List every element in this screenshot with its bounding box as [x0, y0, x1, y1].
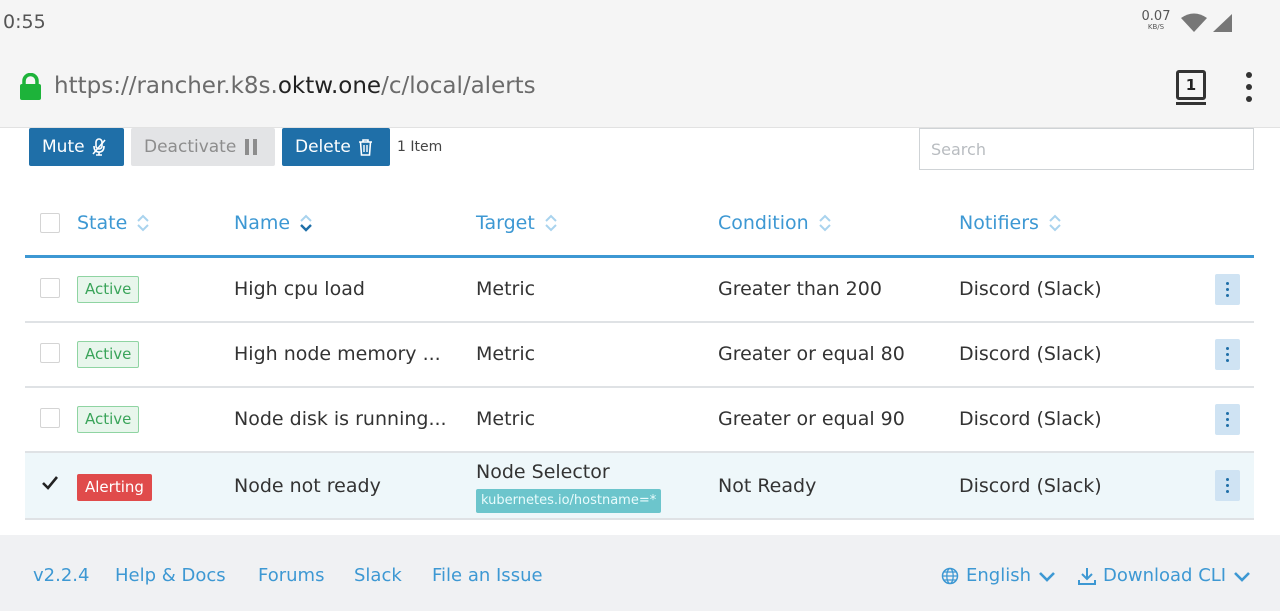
alert-condition: Greater than 200: [718, 278, 882, 300]
column-header-state[interactable]: State: [77, 212, 150, 234]
row-checkbox[interactable]: [40, 278, 60, 298]
chevron-down-icon: [1234, 571, 1251, 582]
row-checkbox[interactable]: [40, 408, 60, 428]
table-header: State Name Target Condition Notifiers: [25, 196, 1254, 258]
row-actions-menu-icon[interactable]: [1215, 404, 1240, 435]
table-row[interactable]: Alerting Node not ready Node Selector ku…: [25, 453, 1254, 520]
forums-link[interactable]: Forums: [258, 565, 324, 586]
alert-notifiers: Discord (Slack): [959, 278, 1102, 300]
sort-icon: [545, 213, 557, 233]
deactivate-button-label: Deactivate: [144, 137, 237, 157]
alert-target: Node Selector: [476, 461, 610, 483]
delete-button-label: Delete: [295, 137, 351, 157]
cell-signal-icon: [1213, 14, 1232, 32]
sort-icon: [818, 213, 831, 233]
network-speed: 0.07 KB/S: [1138, 10, 1174, 31]
row-checkbox-checked[interactable]: [40, 473, 60, 493]
row-checkbox[interactable]: [40, 343, 60, 363]
mute-button[interactable]: Mute: [29, 128, 124, 166]
row-actions-menu-icon[interactable]: [1215, 274, 1240, 305]
alert-target: Metric: [476, 408, 536, 430]
select-all-checkbox[interactable]: [40, 213, 60, 233]
network-speed-unit: KB/S: [1147, 23, 1165, 31]
more-options-icon[interactable]: [1238, 72, 1260, 102]
url-prefix: https://rancher.k8s.: [54, 73, 278, 99]
mute-button-label: Mute: [42, 137, 85, 157]
table-row[interactable]: Active Node disk is running... Metric Gr…: [25, 388, 1254, 453]
alert-notifiers: Discord (Slack): [959, 475, 1102, 497]
download-cli-label: Download CLI: [1103, 565, 1227, 586]
column-header-target-label: Target: [476, 212, 535, 234]
download-cli-menu[interactable]: Download CLI: [1078, 565, 1251, 586]
table-row[interactable]: Active High cpu load Metric Greater than…: [25, 258, 1254, 323]
browser-url-bar: https://rancher.k8s.oktw.one/c/local/ale…: [0, 46, 1280, 128]
status-badge: Active: [77, 406, 140, 433]
alert-notifiers: Discord (Slack): [959, 408, 1102, 430]
status-badge: Active: [77, 341, 140, 368]
footer: v2.2.4 Help & Docs Forums Slack File an …: [0, 535, 1280, 611]
item-count: 1 Item: [397, 139, 443, 155]
row-actions-menu-icon[interactable]: [1215, 339, 1240, 370]
slack-link[interactable]: Slack: [354, 565, 402, 586]
column-header-notifiers-label: Notifiers: [959, 212, 1039, 234]
alert-name[interactable]: Node not ready: [234, 475, 381, 497]
globe-icon: [941, 567, 959, 584]
row-actions-menu-icon[interactable]: [1215, 470, 1240, 501]
language-selector[interactable]: English: [941, 565, 1056, 586]
column-header-name[interactable]: Name: [234, 212, 312, 234]
language-label: English: [966, 565, 1031, 586]
sort-icon: [1049, 213, 1061, 233]
status-time: 0:55: [3, 11, 46, 33]
alert-target: Metric: [476, 278, 536, 300]
tab-switcher-button[interactable]: 1: [1176, 70, 1206, 105]
deactivate-button[interactable]: Deactivate: [131, 128, 275, 166]
lock-icon: [20, 73, 41, 100]
column-header-target[interactable]: Target: [476, 212, 557, 234]
status-badge: Active: [77, 276, 140, 303]
url-text[interactable]: https://rancher.k8s.oktw.one/c/local/ale…: [54, 73, 536, 99]
url-path: /c/local/alerts: [381, 73, 536, 99]
alert-condition: Greater or equal 80: [718, 343, 905, 365]
alert-name[interactable]: High node memory ...: [234, 343, 441, 365]
table-row[interactable]: Active High node memory ... Metric Great…: [25, 323, 1254, 388]
help-docs-link[interactable]: Help & Docs: [115, 565, 226, 586]
selector-tag: kubernetes.io/hostname=*: [476, 489, 662, 513]
wifi-icon: [1181, 13, 1207, 32]
column-header-state-label: State: [77, 212, 128, 234]
alert-name[interactable]: High cpu load: [234, 278, 365, 300]
search-input[interactable]: [919, 128, 1254, 170]
file-issue-link[interactable]: File an Issue: [432, 565, 543, 586]
url-host: oktw.one: [277, 73, 382, 99]
version-link[interactable]: v2.2.4: [33, 565, 89, 586]
chevron-down-icon: [1039, 571, 1055, 582]
alert-target: Metric: [476, 343, 536, 365]
sort-icon: [137, 213, 150, 233]
column-header-condition[interactable]: Condition: [718, 212, 831, 234]
column-header-name-label: Name: [234, 212, 291, 234]
alert-notifiers: Discord (Slack): [959, 343, 1102, 365]
alert-condition: Greater or equal 90: [718, 408, 905, 430]
checkmark-icon: [42, 476, 59, 490]
download-icon: [1078, 567, 1096, 585]
status-badge: Alerting: [77, 474, 152, 501]
android-status-bar: 0:55 0.07 KB/S: [0, 0, 1280, 46]
column-header-notifiers[interactable]: Notifiers: [959, 212, 1061, 234]
alert-condition: Not Ready: [718, 475, 817, 497]
trash-icon: [358, 138, 373, 156]
microphone-mute-icon: [91, 138, 106, 156]
sort-desc-icon: [300, 213, 312, 233]
delete-button[interactable]: Delete: [282, 128, 390, 166]
network-speed-value: 0.07: [1141, 9, 1171, 24]
column-header-condition-label: Condition: [718, 212, 809, 234]
alert-name[interactable]: Node disk is running...: [234, 408, 447, 430]
pause-icon: [243, 138, 259, 156]
